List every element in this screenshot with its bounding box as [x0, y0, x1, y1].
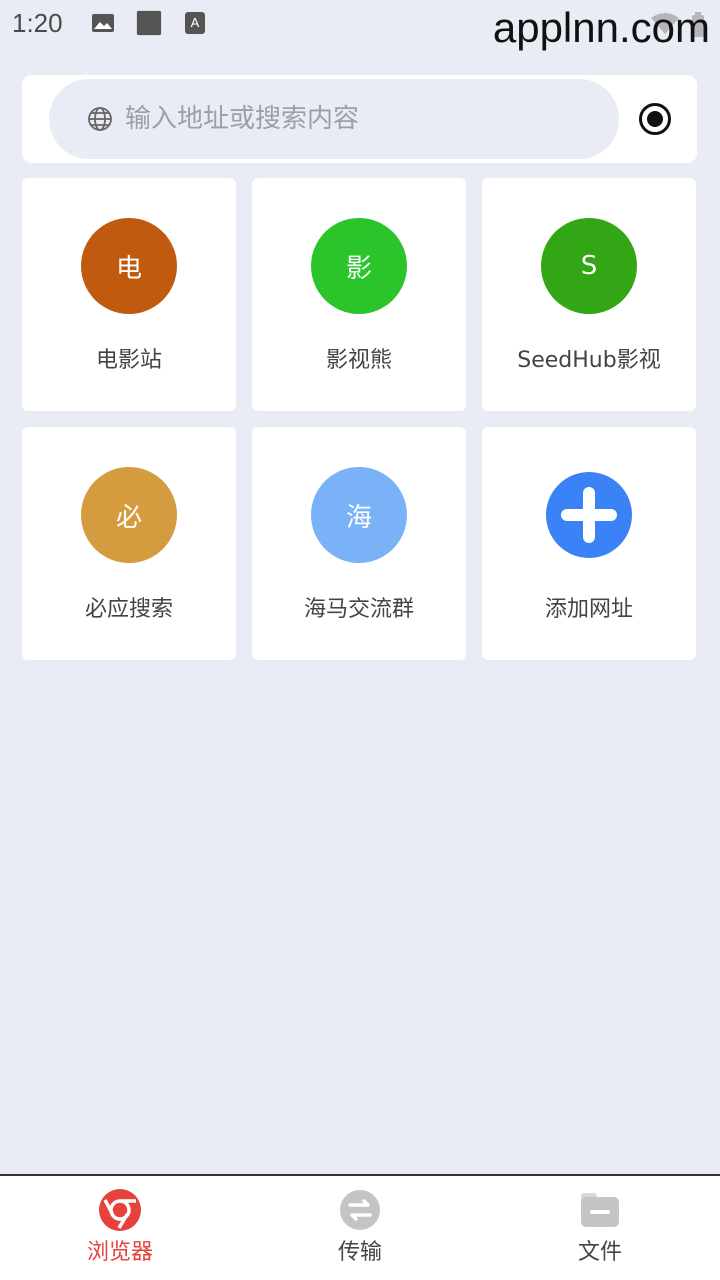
- site-avatar: 影: [311, 218, 407, 314]
- globe-icon: [87, 106, 113, 132]
- search-input[interactable]: [125, 104, 585, 134]
- site-avatar: S: [541, 218, 637, 314]
- shortcut-tile[interactable]: 电 电影站: [22, 178, 236, 411]
- tab-files[interactable]: 文件: [480, 1176, 720, 1280]
- tab-browser-label: 浏览器: [86, 1240, 153, 1265]
- shortcut-grid: 电 电影站 影 影视熊 S SeedHub影视 必 必应搜索 海 海马交流群 添…: [22, 178, 697, 660]
- transfer-icon: [338, 1188, 382, 1232]
- plus-icon: [546, 472, 632, 558]
- record-dot-icon: [647, 111, 663, 127]
- site-avatar: 必: [81, 467, 177, 563]
- image-icon: [90, 10, 116, 36]
- shortcut-tile[interactable]: 海 海马交流群: [252, 427, 466, 660]
- shortcut-tile[interactable]: 影 影视熊: [252, 178, 466, 411]
- record-button[interactable]: [639, 103, 671, 135]
- search-card: [22, 75, 697, 163]
- tab-transfer[interactable]: 传输: [240, 1176, 480, 1280]
- status-time: 1:20: [12, 8, 63, 38]
- browser-icon: [98, 1188, 142, 1232]
- accessibility-text-icon: A: [182, 10, 208, 36]
- tab-files-label: 文件: [577, 1240, 622, 1265]
- site-avatar: 电: [81, 218, 177, 314]
- shortcut-label: 必应搜索: [84, 597, 173, 622]
- shortcut-label: 电影站: [95, 348, 162, 373]
- search-box[interactable]: [49, 79, 619, 159]
- shortcut-tile[interactable]: S SeedHub影视: [482, 178, 696, 411]
- square-icon: [136, 10, 162, 36]
- site-avatar: 海: [311, 467, 407, 563]
- shortcut-label: 海马交流群: [303, 597, 414, 622]
- shortcut-tile[interactable]: 必 必应搜索: [22, 427, 236, 660]
- status-bar: 1:20 A applnn.com: [0, 0, 720, 52]
- watermark: applnn.com: [492, 4, 710, 51]
- add-site-tile[interactable]: 添加网址: [482, 427, 696, 660]
- add-site-label: 添加网址: [544, 597, 633, 622]
- shortcut-label: SeedHub影视: [517, 348, 661, 373]
- svg-text:A: A: [191, 15, 200, 30]
- tab-browser[interactable]: 浏览器: [0, 1176, 240, 1280]
- tab-transfer-label: 传输: [337, 1240, 382, 1265]
- shortcut-label: 影视熊: [325, 348, 392, 373]
- bottom-nav: 浏览器 传输 文件: [0, 1174, 720, 1280]
- folder-icon: [578, 1188, 622, 1232]
